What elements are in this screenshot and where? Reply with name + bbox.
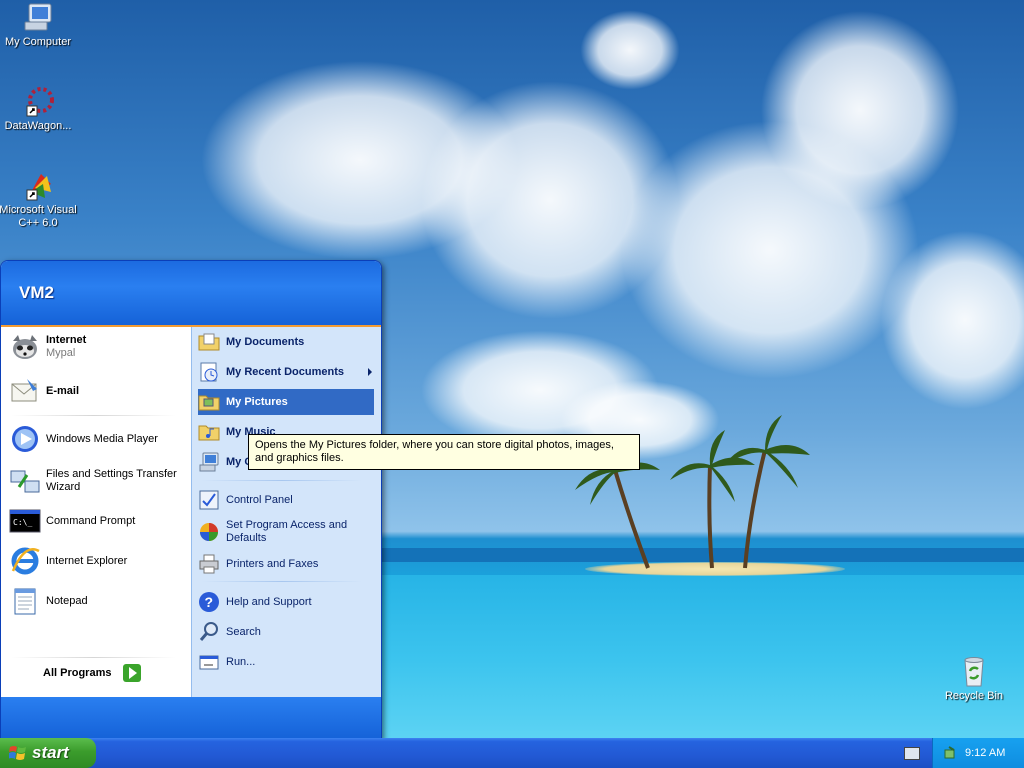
user-name: VM2: [19, 283, 54, 302]
visual-cpp-icon: [21, 170, 55, 202]
my-computer-icon: [21, 2, 55, 34]
transfer-wizard-icon: [9, 465, 41, 497]
desktop-icon-visual-cpp[interactable]: Microsoft Visual C++ 6.0: [0, 170, 78, 230]
separator: [11, 657, 176, 658]
places-label: My Recent Documents: [226, 366, 344, 378]
program-label: Internet Explorer: [46, 554, 128, 567]
pinned-internet-subtitle: Mypal: [46, 347, 76, 359]
program-label: Notepad: [46, 594, 88, 607]
places-label: Run...: [226, 656, 256, 668]
places-control-panel[interactable]: Control Panel: [198, 487, 374, 513]
places-label: Set Program Access and Defaults: [226, 519, 348, 544]
places-label: Control Panel: [226, 494, 293, 506]
safely-remove-hardware-icon[interactable]: [943, 746, 957, 760]
taskbar: start 9:12 AM: [0, 738, 1024, 768]
clock[interactable]: 9:12 AM: [965, 747, 1005, 759]
command-prompt-icon: C:\_: [9, 505, 41, 537]
folder-pictures-icon: [198, 391, 220, 413]
folder-documents-icon: [198, 331, 220, 353]
search-icon: [198, 621, 220, 643]
pinned-email-title: E-mail: [46, 384, 80, 397]
datawagon-icon: [21, 86, 55, 118]
start-menu-footer: [1, 697, 381, 739]
program-label: Files and Settings Transfer Wizard: [46, 468, 177, 493]
pinned-internet-title: Internet: [46, 334, 87, 346]
desktop-icon-my-computer[interactable]: My Computer: [0, 2, 78, 49]
wallpaper-cloud: [580, 10, 680, 90]
start-menu-header: VM2: [1, 261, 381, 327]
email-icon: [9, 375, 41, 407]
start-button[interactable]: start: [0, 738, 96, 768]
pinned-item-email[interactable]: E-mail: [9, 373, 187, 409]
lagoon-water: [380, 575, 1024, 738]
printer-icon: [198, 553, 220, 575]
desktop-icon-label: Recycle Bin: [944, 690, 1004, 702]
help-icon: ?: [198, 591, 220, 613]
recycle-bin-icon: [957, 656, 991, 688]
places-my-pictures[interactable]: My Pictures: [198, 389, 374, 415]
places-label: Help and Support: [226, 596, 312, 608]
submenu-arrow-icon: [368, 368, 372, 376]
places-help-support[interactable]: ? Help and Support: [198, 589, 374, 615]
program-command-prompt[interactable]: C:\_ Command Prompt: [9, 503, 187, 539]
places-printers-faxes[interactable]: Printers and Faxes: [198, 551, 374, 577]
separator: [202, 480, 362, 481]
program-files-settings-transfer[interactable]: Files and Settings Transfer Wizard: [9, 461, 187, 501]
start-menu-right-pane: My Documents My Recent Documents My Pict…: [191, 327, 381, 697]
places-run[interactable]: Run...: [198, 649, 374, 675]
pinned-item-internet[interactable]: Internet Mypal: [9, 327, 187, 367]
folder-music-icon: [198, 421, 220, 443]
separator: [202, 581, 362, 582]
places-label: Printers and Faxes: [226, 558, 319, 570]
desktop-icon-label: My Computer: [4, 36, 72, 48]
run-icon: [198, 651, 220, 673]
program-windows-media-player[interactable]: Windows Media Player: [9, 421, 187, 457]
svg-text:C:\_: C:\_: [13, 518, 32, 527]
all-programs-label: All Programs: [43, 667, 112, 679]
places-label: My Documents: [226, 336, 305, 348]
my-computer-icon: [198, 451, 220, 473]
start-menu: VM2 Internet Mypal E-mail Windows Media …: [0, 260, 382, 740]
places-label: Search: [226, 626, 261, 638]
start-label: start: [32, 743, 69, 762]
wallpaper-cloud: [760, 10, 960, 210]
mypal-browser-icon: [9, 331, 41, 363]
program-label: Windows Media Player: [46, 432, 158, 445]
tooltip: Opens the My Pictures folder, where you …: [248, 434, 640, 470]
desktop-icon-recycle-bin[interactable]: Recycle Bin: [934, 656, 1014, 703]
places-label: My Pictures: [226, 396, 288, 408]
program-access-icon: [198, 521, 220, 543]
control-panel-icon: [198, 489, 220, 511]
keyboard-layout-icon[interactable]: [904, 747, 920, 760]
program-label: Command Prompt: [46, 514, 136, 527]
green-arrow-icon: [123, 664, 142, 682]
all-programs-button[interactable]: All Programs: [43, 664, 142, 682]
program-notepad[interactable]: Notepad: [9, 583, 187, 619]
internet-explorer-icon: [9, 545, 41, 577]
separator: [11, 415, 176, 416]
start-menu-left-pane: Internet Mypal E-mail Windows Media Play…: [1, 327, 191, 697]
program-internet-explorer[interactable]: Internet Explorer: [9, 543, 187, 579]
desktop-icon-datawagon[interactable]: DataWagon...: [0, 86, 78, 133]
media-player-icon: [9, 423, 41, 455]
places-my-documents[interactable]: My Documents: [198, 329, 374, 355]
places-set-program-access[interactable]: Set Program Access and Defaults: [198, 515, 374, 549]
svg-text:?: ?: [205, 594, 214, 610]
desktop-icon-label: DataWagon...: [4, 120, 72, 132]
notepad-icon: [9, 585, 41, 617]
system-tray: 9:12 AM: [932, 738, 1024, 768]
places-my-recent-documents[interactable]: My Recent Documents: [198, 359, 374, 385]
recent-documents-icon: [198, 361, 220, 383]
windows-logo-icon: [8, 744, 27, 762]
places-search[interactable]: Search: [198, 619, 374, 645]
desktop-icon-label: Microsoft Visual C++ 6.0: [0, 204, 77, 229]
